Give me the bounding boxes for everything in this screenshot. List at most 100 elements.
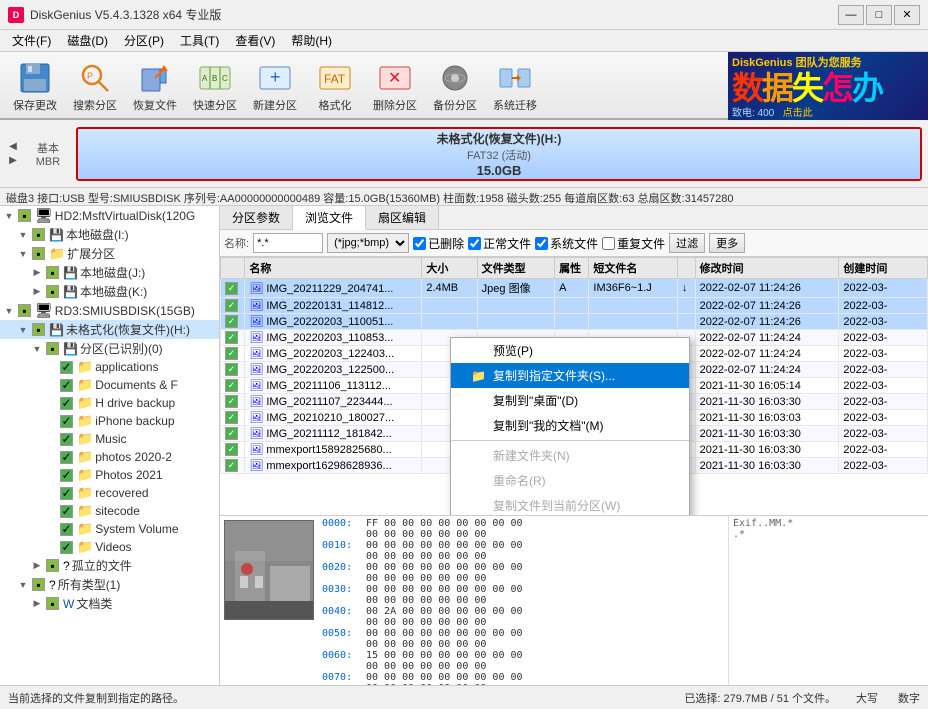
tree-expand-icon[interactable]: ▶: [30, 559, 44, 573]
tab-分区参数[interactable]: 分区参数: [220, 206, 293, 229]
tree-checkbox[interactable]: ▪: [18, 304, 31, 317]
tree-checkbox[interactable]: ✓: [60, 523, 73, 536]
tree-checkbox[interactable]: ✓: [60, 379, 73, 392]
migrate-system-button[interactable]: 系统迁移: [486, 56, 544, 114]
tab-扇区编辑[interactable]: 扇区编辑: [366, 206, 439, 229]
row-check[interactable]: ✓: [221, 346, 245, 362]
tree-expand-icon[interactable]: [44, 360, 58, 374]
menu-item-v[interactable]: 查看(V): [227, 30, 283, 51]
tree-checkbox[interactable]: ▪: [32, 228, 45, 241]
tree-item[interactable]: ✓📁Photos 2021: [0, 466, 219, 484]
tree-expand-icon[interactable]: [44, 432, 58, 446]
col-attr[interactable]: 属性: [555, 258, 589, 279]
format-button[interactable]: FAT 格式化: [306, 56, 364, 114]
tree-checkbox[interactable]: ▪: [46, 285, 59, 298]
col-type[interactable]: 文件类型: [477, 258, 554, 279]
nav-right-button[interactable]: ▶: [6, 155, 20, 167]
tree-checkbox[interactable]: ▪: [46, 342, 59, 355]
tree-expand-icon[interactable]: [44, 522, 58, 536]
tree-item[interactable]: ▼▪💾本地磁盘(I:): [0, 225, 219, 244]
filter-button[interactable]: 过滤: [669, 233, 705, 253]
tree-checkbox[interactable]: ✓: [60, 505, 73, 518]
system-checkbox[interactable]: 系统文件: [535, 235, 598, 252]
file-checkbox[interactable]: ✓: [225, 459, 238, 472]
tree-expand-icon[interactable]: ▶: [30, 266, 44, 280]
close-button[interactable]: ✕: [894, 5, 920, 25]
deleted-checkbox[interactable]: 已删除: [413, 235, 464, 252]
tab-浏览文件[interactable]: 浏览文件: [293, 206, 366, 230]
search-partition-button[interactable]: P 搜索分区: [66, 56, 124, 114]
tree-item[interactable]: ▼▪💾分区(已识别)(0): [0, 339, 219, 358]
tree-item[interactable]: ✓📁Documents & F: [0, 376, 219, 394]
file-checkbox[interactable]: ✓: [225, 299, 238, 312]
tree-expand-icon[interactable]: [44, 450, 58, 464]
delete-partition-button[interactable]: ✕ 删除分区: [366, 56, 424, 114]
tree-item[interactable]: ✓📁System Volume: [0, 520, 219, 538]
tree-item[interactable]: ▼▪🖥HD2:MsftVirtualDisk(120G: [0, 206, 219, 225]
table-row[interactable]: ✓ 🖼 IMG_20220131_114812... 2022-02-07 11…: [221, 298, 928, 314]
file-checkbox[interactable]: ✓: [225, 331, 238, 344]
row-check[interactable]: ✓: [221, 314, 245, 330]
file-checkbox[interactable]: ✓: [225, 427, 238, 440]
row-check[interactable]: ✓: [221, 426, 245, 442]
tree-checkbox[interactable]: ▪: [32, 247, 45, 260]
tree-checkbox[interactable]: ✓: [60, 433, 73, 446]
tree-expand-icon[interactable]: [44, 414, 58, 428]
row-check[interactable]: ✓: [221, 394, 245, 410]
tree-checkbox[interactable]: ▪: [46, 597, 59, 610]
tree-expand-icon[interactable]: ▶: [30, 597, 44, 611]
tree-expand-icon[interactable]: ▼: [16, 578, 30, 592]
tree-expand-icon[interactable]: ▼: [16, 323, 30, 337]
tree-checkbox[interactable]: ▪: [46, 266, 59, 279]
row-check[interactable]: ✓: [221, 362, 245, 378]
row-check[interactable]: ✓: [221, 378, 245, 394]
more-button[interactable]: 更多: [709, 233, 745, 253]
menu-item-d[interactable]: 磁盘(D): [59, 30, 116, 51]
row-check[interactable]: ✓: [221, 458, 245, 474]
quick-partition-button[interactable]: A B C 快速分区: [186, 56, 244, 114]
context-menu-item[interactable]: 预览(P): [451, 338, 689, 363]
context-menu-item[interactable]: 复制到"我的文档"(M): [451, 413, 689, 438]
context-menu-item[interactable]: 📁复制到指定文件夹(S)...: [451, 363, 689, 388]
file-checkbox[interactable]: ✓: [225, 347, 238, 360]
row-check[interactable]: ✓: [221, 442, 245, 458]
tree-item[interactable]: ✓📁H drive backup: [0, 394, 219, 412]
name-filter-input[interactable]: [253, 233, 323, 253]
col-modified[interactable]: 修改时间: [695, 258, 839, 279]
ad-banner[interactable]: DiskGenius 团队为您服务 数据失怎办 致电: 400 点击此: [728, 52, 928, 120]
backup-partition-button[interactable]: 备份分区: [426, 56, 484, 114]
tree-item[interactable]: ✓📁Music: [0, 430, 219, 448]
col-down[interactable]: [677, 258, 695, 279]
tree-expand-icon[interactable]: [44, 468, 58, 482]
tree-item[interactable]: ▼▪?所有类型(1): [0, 575, 219, 594]
menu-item-t[interactable]: 工具(T): [172, 30, 227, 51]
tree-expand-icon[interactable]: [44, 540, 58, 554]
tree-expand-icon[interactable]: ▼: [2, 209, 16, 223]
tree-item[interactable]: ✓📁photos 2020-2: [0, 448, 219, 466]
row-check[interactable]: ✓: [221, 330, 245, 346]
tree-item[interactable]: ▼▪🖥RD3:SMIUSBDISK(15GB): [0, 301, 219, 320]
tree-expand-icon[interactable]: [44, 378, 58, 392]
tree-checkbox[interactable]: ✓: [60, 487, 73, 500]
col-shortname[interactable]: 短文件名: [589, 258, 678, 279]
tree-checkbox[interactable]: ✓: [60, 469, 73, 482]
file-checkbox[interactable]: ✓: [225, 395, 238, 408]
file-checkbox[interactable]: ✓: [225, 411, 238, 424]
tree-checkbox[interactable]: ✓: [60, 361, 73, 374]
tree-checkbox[interactable]: ✓: [60, 415, 73, 428]
tree-item[interactable]: ▶▪?孤立的文件: [0, 556, 219, 575]
file-checkbox[interactable]: ✓: [225, 363, 238, 376]
tree-checkbox[interactable]: ▪: [32, 323, 45, 336]
row-check[interactable]: ✓: [221, 298, 245, 314]
tree-checkbox[interactable]: ✓: [60, 397, 73, 410]
normal-checkbox[interactable]: 正常文件: [468, 235, 531, 252]
table-row[interactable]: ✓ 🖼 IMG_20220203_110051... 2022-02-07 11…: [221, 314, 928, 330]
minimize-button[interactable]: —: [838, 5, 864, 25]
tree-item[interactable]: ▶▪💾本地磁盘(J:): [0, 263, 219, 282]
menu-item-h[interactable]: 帮助(H): [283, 30, 340, 51]
new-partition-button[interactable]: + 新建分区: [246, 56, 304, 114]
col-created[interactable]: 创建时间: [839, 258, 928, 279]
context-menu-item[interactable]: 复制到"桌面"(D): [451, 388, 689, 413]
tree-item[interactable]: ✓📁sitecode: [0, 502, 219, 520]
tree-item[interactable]: ✓📁recovered: [0, 484, 219, 502]
